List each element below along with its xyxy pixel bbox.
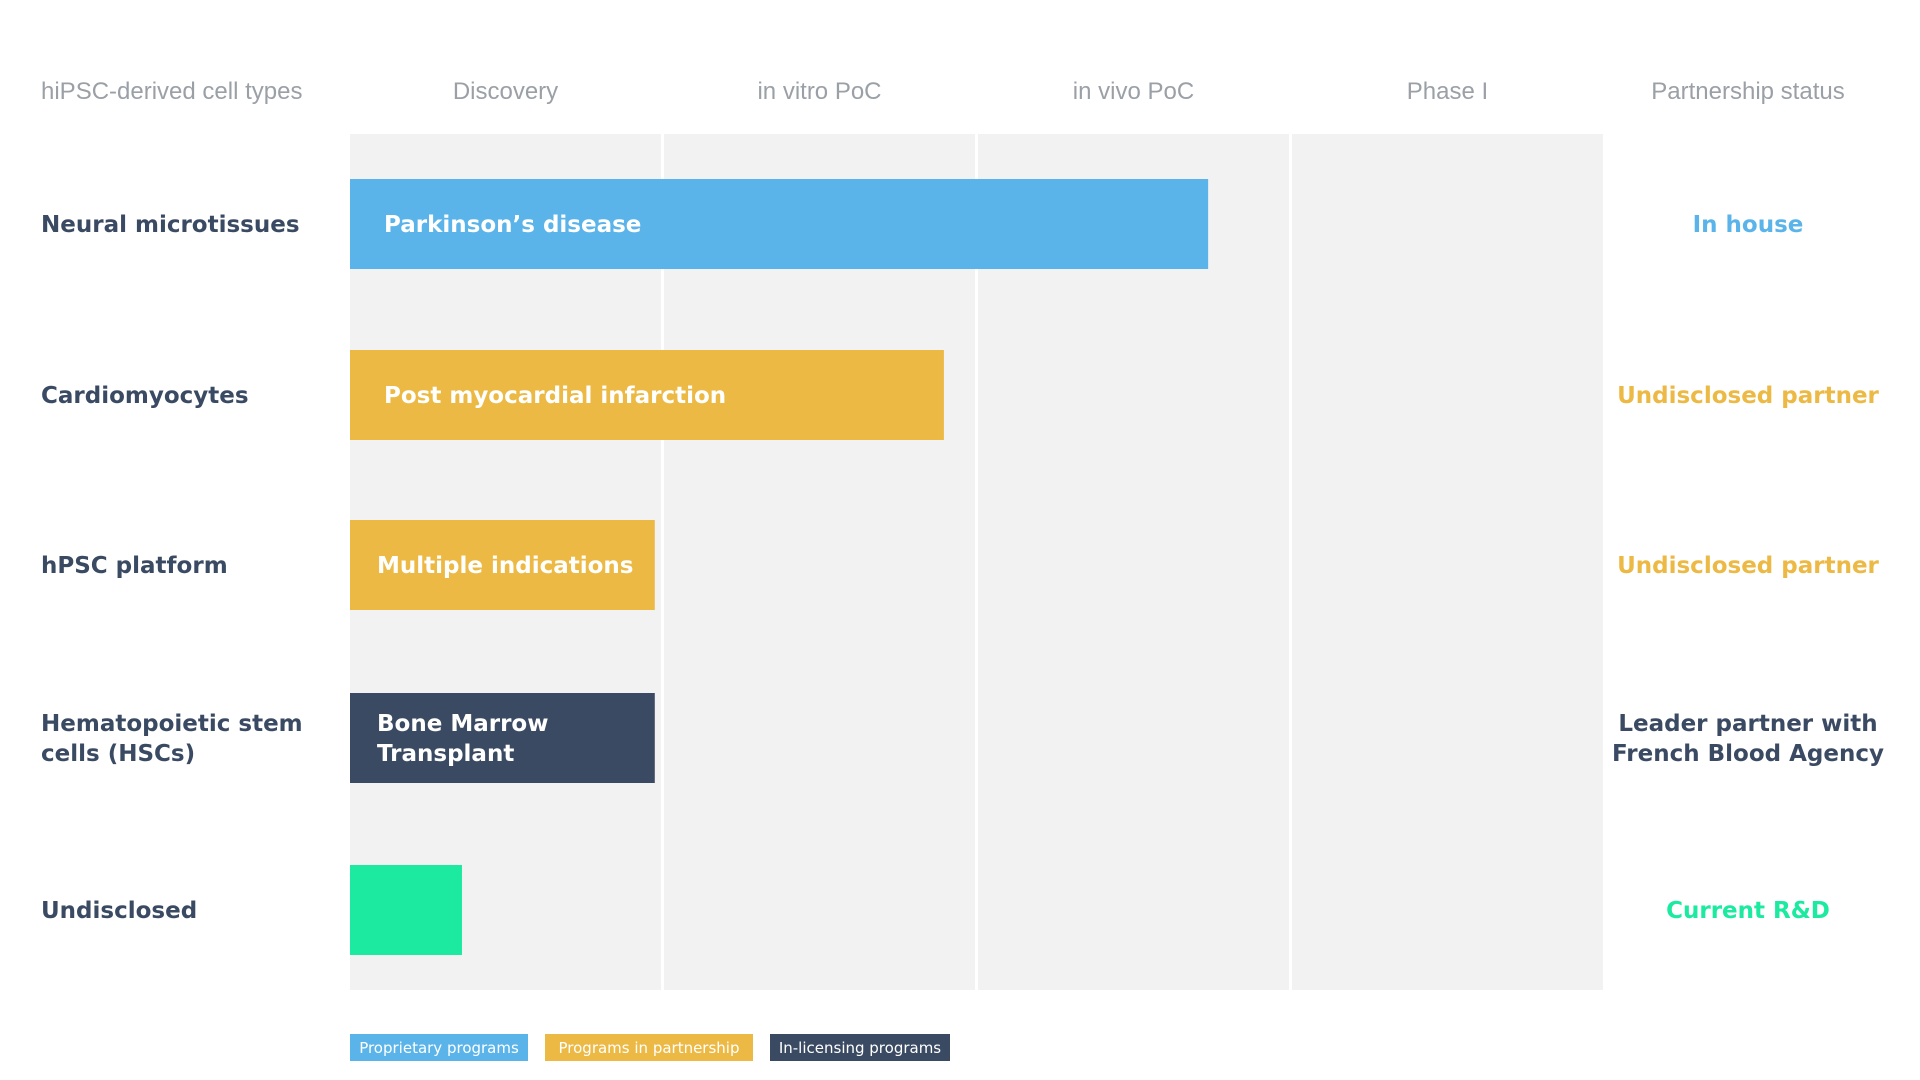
cell-type-label: Cardiomyocytes [41, 383, 249, 409]
program-label: Parkinson’s disease [384, 212, 641, 238]
stage-column-4 [1292, 134, 1603, 990]
partnership-status-label: Current R&D [1666, 898, 1830, 924]
program-label: Multiple indications [377, 553, 633, 579]
cell-types-header: hiPSC-derived cell types [41, 78, 302, 105]
program-bar [350, 693, 655, 783]
cell-type-label: hPSC platform [41, 553, 228, 579]
program-label: Post myocardial infarction [384, 383, 726, 409]
stage-header-3: in vivo PoC [1073, 78, 1194, 105]
stage-header-2: in vitro PoC [757, 78, 881, 105]
partnership-status-label: Leader partner with [1618, 711, 1877, 737]
partnership-status-label: French Blood Agency [1612, 741, 1884, 767]
pipeline-chart: hiPSC-derived cell types Discovery in vitr… [41, 78, 1884, 1061]
stage-header-4: Phase I [1407, 78, 1488, 105]
legend-label: Programs in partnership [559, 1039, 740, 1057]
stage-header-1: Discovery [453, 78, 558, 105]
partnership-status-label: Undisclosed partner [1617, 383, 1879, 409]
partnership-status-header: Partnership status [1651, 78, 1844, 105]
legend-label: In-licensing programs [779, 1039, 941, 1057]
program-bar [350, 865, 462, 955]
cell-type-label: cells (HSCs) [41, 741, 195, 767]
partnership-status-label: Undisclosed partner [1617, 553, 1879, 579]
legend-label: Proprietary programs [359, 1039, 519, 1057]
partnership-status-label: In house [1693, 212, 1804, 238]
cell-type-label: Neural microtissues [41, 212, 300, 238]
program-label: Transplant [377, 741, 514, 767]
program-label: Bone Marrow [377, 711, 548, 737]
cell-type-label: Undisclosed [41, 898, 197, 924]
cell-type-label: Hematopoietic stem [41, 711, 303, 737]
